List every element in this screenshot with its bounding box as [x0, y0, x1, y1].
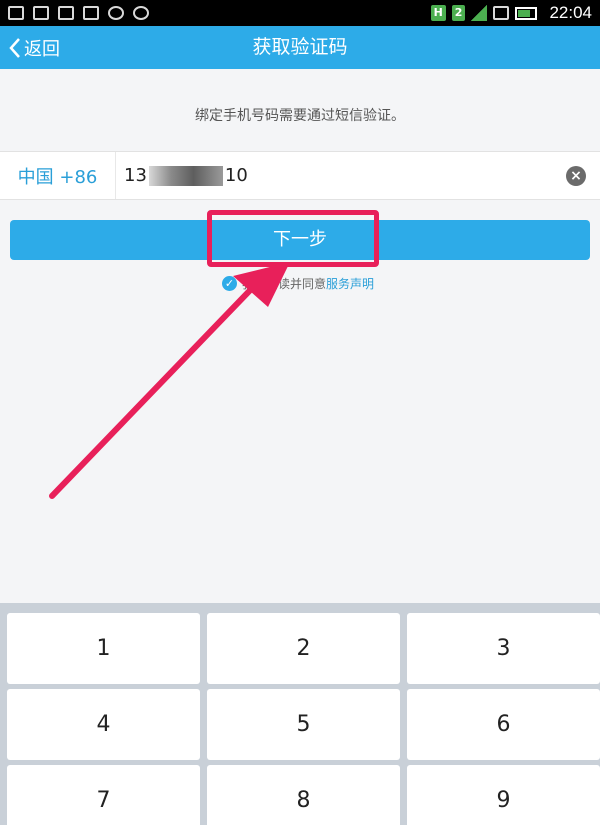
- key-7[interactable]: 7: [7, 765, 200, 825]
- system-icons: H 2 22:04: [430, 3, 592, 23]
- verification-notice: 绑定手机号码需要通过短信验证。: [0, 69, 600, 150]
- clear-icon[interactable]: ×: [566, 166, 586, 186]
- phone-prefix: 13: [124, 165, 147, 186]
- service-terms-link[interactable]: 服务声明: [326, 275, 374, 292]
- title-bar: 返回 获取验证码: [0, 26, 600, 69]
- key-1[interactable]: 1: [7, 613, 200, 684]
- lock-icon: [133, 6, 149, 20]
- numeric-keypad: 1 2 3 4 5 6 7 8 9: [0, 603, 600, 825]
- shield-icon: [8, 6, 24, 20]
- agreement-text: 我已阅读并同意: [242, 276, 327, 291]
- phone-row: 中国 +86 13 10 ×: [0, 151, 600, 200]
- sync-icon: [108, 6, 124, 20]
- checkmark-icon[interactable]: ✓: [222, 275, 237, 291]
- image-icon: [83, 6, 99, 20]
- keyboard-icon: [33, 6, 49, 20]
- battery-icon: [515, 6, 538, 20]
- key-9[interactable]: 9: [407, 765, 600, 825]
- phone-number-input[interactable]: 13 10 ×: [116, 152, 600, 199]
- key-2[interactable]: 2: [207, 613, 400, 684]
- key-5[interactable]: 5: [207, 689, 400, 760]
- next-step-button[interactable]: 下一步: [10, 220, 590, 260]
- agreement-row: ✓ 我已阅读并同意 服务声明: [222, 274, 374, 292]
- wifi-icon: [493, 6, 510, 20]
- signal-icon: [471, 5, 488, 21]
- clock: 22:04: [549, 3, 592, 22]
- key-4[interactable]: 4: [7, 689, 200, 760]
- key-6[interactable]: 6: [407, 689, 600, 760]
- network-badge: H: [430, 5, 446, 21]
- redacted-digits: [148, 165, 223, 186]
- notification-icons: [8, 6, 149, 20]
- sim-badge: 2: [451, 5, 466, 21]
- page-title: 获取验证码: [252, 36, 348, 58]
- phone-suffix: 10: [224, 165, 248, 186]
- country-code-selector[interactable]: 中国 +86: [0, 152, 116, 199]
- sim-icon: [58, 6, 74, 20]
- status-bar: H 2 22:04: [0, 0, 600, 26]
- key-8[interactable]: 8: [207, 765, 400, 825]
- key-3[interactable]: 3: [407, 613, 600, 684]
